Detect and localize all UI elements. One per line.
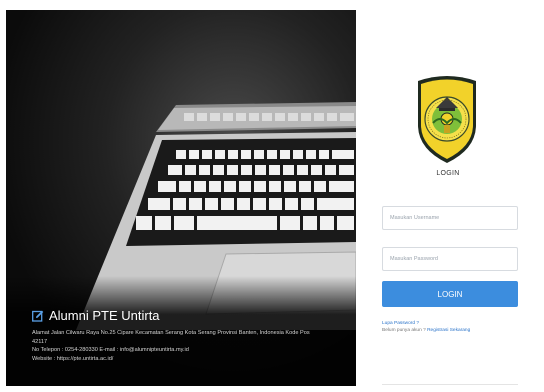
hero-contact: No Telepon : 0254-280330 E-mail : info@a… xyxy=(32,347,189,353)
edit-icon xyxy=(32,310,44,322)
forgot-password-link[interactable]: Lupa Password ? xyxy=(382,321,419,326)
login-links: Lupa Password ? Belum punya akun ? Regis… xyxy=(382,320,470,334)
username-input[interactable] xyxy=(382,206,518,230)
hero-postcode: 42117 xyxy=(32,338,48,345)
register-link[interactable]: Registrasi Sekarang xyxy=(427,328,470,333)
hero-website: Website : https://pte.untirta.ac.id/ xyxy=(32,355,114,362)
password-input[interactable] xyxy=(382,247,518,271)
hero-panel: Alumni PTE Untirta Alamat Jalan Cilwaru … xyxy=(6,10,356,386)
university-logo xyxy=(418,76,476,163)
register-prompt: Belum punya akun ? xyxy=(382,328,428,333)
hero-title: Alumni PTE Untirta xyxy=(32,308,342,323)
divider xyxy=(382,384,518,385)
hero-address: Alamat Jalan Cilwaru Raya No.25 Cipare K… xyxy=(32,330,310,336)
hero-title-text: Alumni PTE Untirta xyxy=(49,308,160,323)
login-button[interactable]: LOGIN xyxy=(382,281,518,307)
login-panel: LOGIN LOGIN Lupa Password ? Belum punya … xyxy=(378,0,544,392)
hero-info: Alumni PTE Untirta Alamat Jalan Cilwaru … xyxy=(32,308,342,363)
login-title: LOGIN xyxy=(436,170,460,177)
